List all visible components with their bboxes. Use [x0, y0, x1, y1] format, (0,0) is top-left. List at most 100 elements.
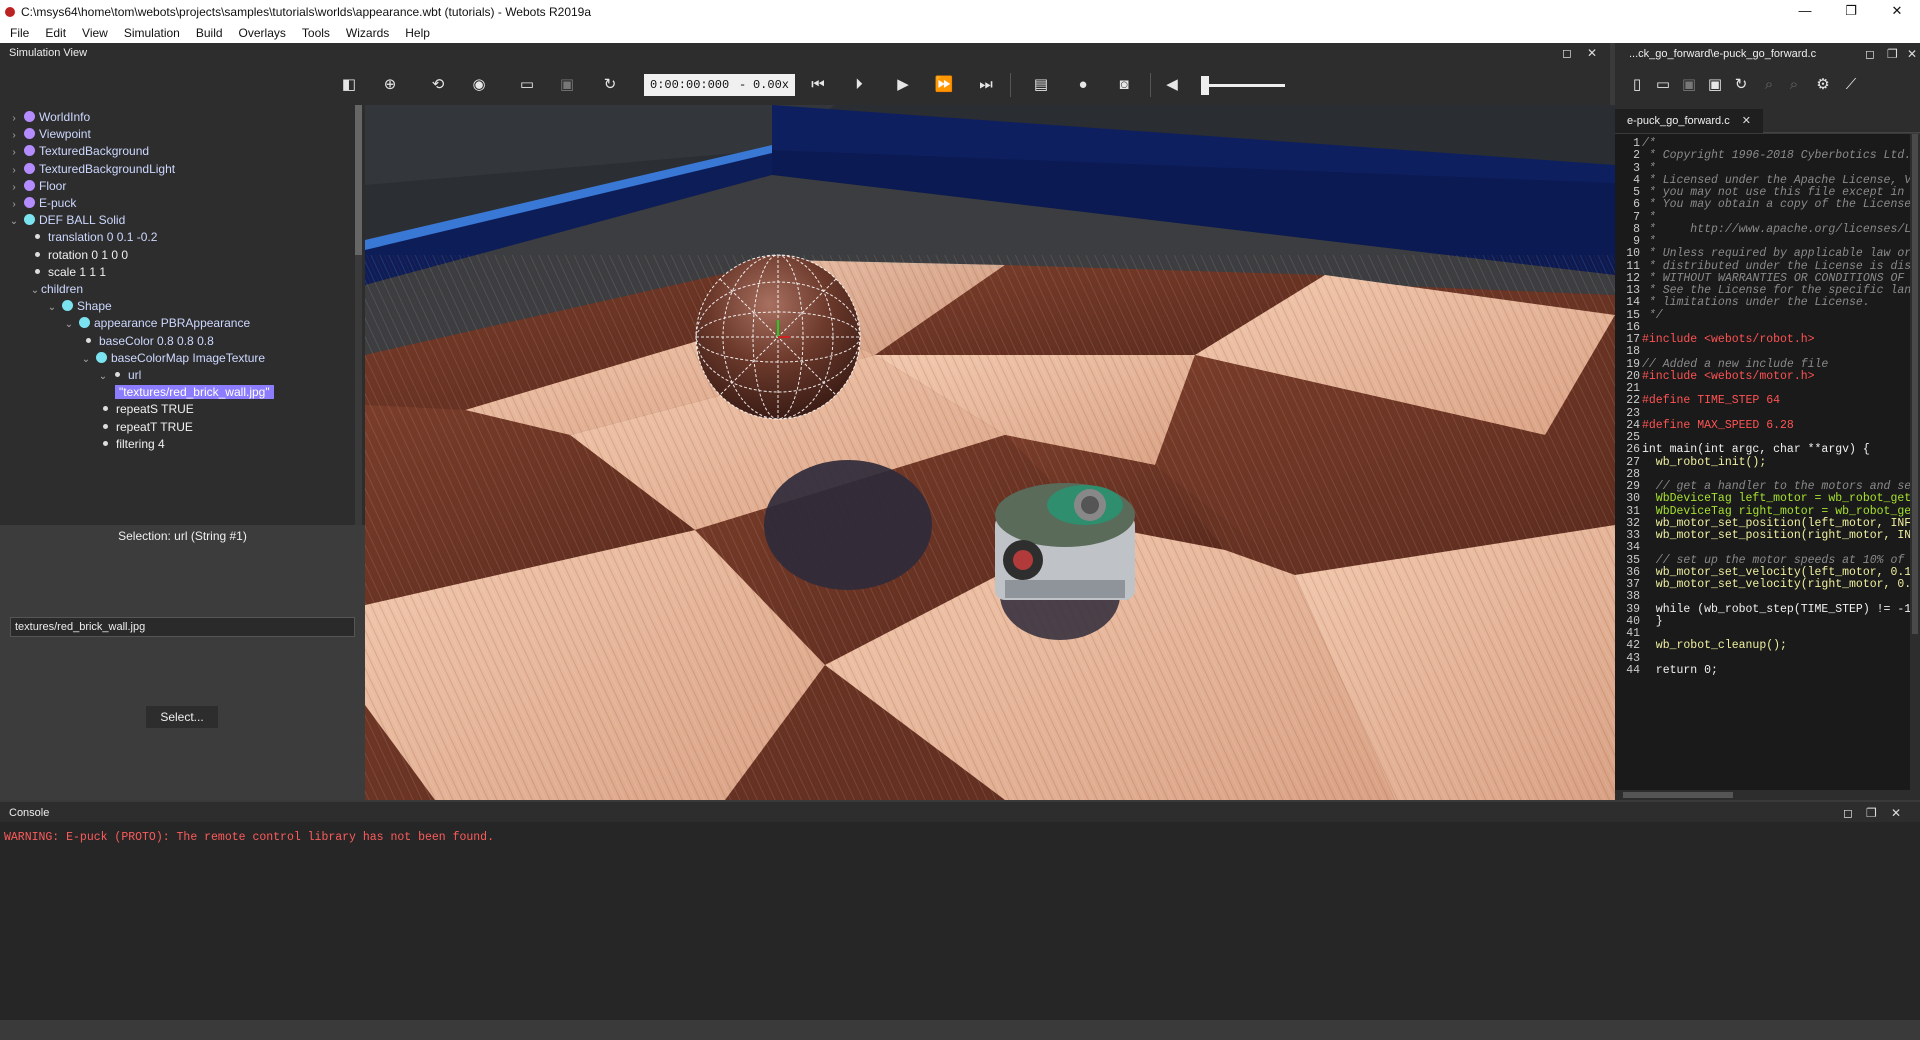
minimize-button[interactable]: — [1782, 0, 1828, 23]
view-eye-icon[interactable]: ◉ [469, 75, 489, 95]
dock-maximize-icon[interactable]: ❐ [1866, 806, 1877, 820]
close-tab-icon[interactable]: ✕ [1742, 115, 1751, 127]
code-line[interactable]: 44 return 0; [1615, 663, 1718, 678]
dock-maximize-icon[interactable]: ❐ [1887, 47, 1898, 61]
tree-item-label: children [41, 282, 84, 296]
ball[interactable] [695, 254, 861, 420]
dock-close-icon[interactable]: ✕ [1907, 47, 1917, 61]
webots-app-icon [5, 6, 15, 17]
code-line[interactable]: 8 * http://www.apache.org/licenses/L [1615, 222, 1910, 237]
tab-e-puck-go-forward[interactable]: e-puck_go_forward.c ✕ [1615, 109, 1763, 133]
tree-item-label: filtering 4 [116, 436, 165, 451]
code-text: wb_motor_set_position(right_motor, IN [1642, 529, 1910, 542]
build-gear-icon[interactable]: ⚙ [1813, 75, 1833, 95]
close-button[interactable]: ✕ [1874, 0, 1920, 23]
console-warning-message: WARNING: E-puck (PROTO): The remote cont… [4, 831, 494, 844]
tree-item-label: Floor [39, 178, 67, 193]
tree-item-label: appearance PBRAppearance [94, 316, 251, 331]
collapse-arrow-icon[interactable]: ⌄ [80, 350, 92, 370]
restore-viewpoint-icon[interactable]: ⟲ [428, 75, 448, 95]
console-output[interactable]: WARNING: E-puck (PROTO): The remote cont… [0, 822, 1920, 1020]
collapse-arrow-icon[interactable]: ⌄ [46, 298, 58, 318]
volume-slider-handle[interactable] [1201, 76, 1209, 95]
code-line[interactable]: 20 #include <webots/motor.h> [1615, 369, 1814, 384]
dock-float-icon[interactable]: ◻ [1865, 47, 1875, 61]
dock-close-icon[interactable]: ✕ [1891, 806, 1901, 820]
menu-build[interactable]: Build [188, 26, 231, 40]
code-editor[interactable]: 1/* 2 * Copyright 1996-2018 Cyberbotics L… [1615, 134, 1910, 790]
play-icon[interactable]: ▶ [893, 75, 913, 95]
step-icon[interactable]: ⏵ [849, 75, 869, 95]
menu-edit[interactable]: Edit [37, 26, 74, 40]
dock-float-icon[interactable]: ◻ [1843, 806, 1853, 820]
fastest-icon[interactable]: ⏭ [976, 75, 996, 95]
scrollbar-thumb[interactable] [355, 105, 362, 255]
record-icon[interactable]: ● [1073, 75, 1093, 95]
save-world-icon[interactable]: ▣ [557, 75, 577, 95]
replace-icon[interactable]: ⌕ [1784, 75, 1804, 95]
tree-item-label: TexturedBackground [39, 144, 150, 159]
new-file-icon[interactable]: ▯ [1627, 75, 1647, 95]
code-line[interactable]: 2 * Copyright 1996-2018 Cyberbotics Ltd. [1615, 148, 1910, 163]
url-value-input[interactable]: textures/red_brick_wall.jpg [10, 617, 355, 637]
code-text: #include <webots/robot.h> [1642, 333, 1815, 346]
code-text: */ [1642, 308, 1663, 322]
code-line[interactable]: 6 * You may obtain a copy of the License [1615, 197, 1910, 212]
save-as-icon[interactable]: ▣ [1705, 75, 1725, 95]
maximize-button[interactable]: ❐ [1828, 0, 1874, 23]
dock-float-icon[interactable]: ◻ [1562, 46, 1572, 60]
open-file-icon[interactable]: ▭ [1653, 75, 1673, 95]
reset-simulation-icon[interactable]: ⏮ [808, 75, 828, 95]
select-file-button[interactable]: Select... [146, 706, 218, 728]
menu-wizards[interactable]: Wizards [338, 26, 397, 40]
clean-broom-icon[interactable]: ⟋ [1841, 75, 1861, 95]
e-puck-robot[interactable] [995, 483, 1135, 600]
movie-icon[interactable]: ▤ [1031, 75, 1051, 95]
revert-icon[interactable]: ↻ [1731, 75, 1751, 95]
volume-slider[interactable] [1205, 84, 1285, 87]
fast-forward-icon[interactable]: ⏩ [934, 75, 954, 95]
collapse-arrow-icon[interactable]: ⌄ [97, 367, 109, 387]
code-text: #define TIME_STEP 64 [1642, 394, 1781, 408]
reload-world-icon[interactable]: ↻ [600, 75, 620, 95]
menu-tools[interactable]: Tools [294, 26, 338, 40]
code-text: * http://www.apache.org/licenses/L [1642, 222, 1910, 236]
toolbar-separator [1150, 73, 1151, 97]
save-file-icon[interactable]: ▣ [1679, 75, 1699, 95]
menu-help[interactable]: Help [397, 26, 438, 40]
open-world-icon[interactable]: ▭ [517, 75, 537, 95]
field-icon [103, 440, 108, 446]
screenshot-icon[interactable]: ◙ [1114, 75, 1134, 95]
menu-view[interactable]: View [74, 26, 116, 40]
3d-scene[interactable] [365, 105, 1615, 800]
code-line[interactable]: 17 #include <webots/robot.h> [1615, 332, 1815, 347]
add-node-icon[interactable]: ⊕ [380, 75, 400, 95]
code-text: wb_robot_cleanup(); [1642, 639, 1787, 653]
collapse-arrow-icon[interactable]: ⌄ [29, 281, 41, 301]
collapse-arrow-icon[interactable]: ⌄ [8, 212, 20, 232]
mute-icon[interactable]: ◀ [1162, 75, 1182, 95]
dock-close-icon[interactable]: ✕ [1587, 46, 1597, 60]
tree-item[interactable]: filtering 4 [97, 434, 165, 454]
code-line[interactable]: 33 wb_motor_set_position(right_motor, IN [1615, 528, 1910, 543]
scrollbar-thumb[interactable] [1623, 792, 1733, 798]
scrollbar-thumb[interactable] [1912, 134, 1918, 634]
3d-view[interactable] [365, 105, 1615, 800]
menu-simulation[interactable]: Simulation [116, 26, 188, 40]
node-icon [24, 128, 35, 140]
collapse-arrow-icon[interactable]: ⌄ [63, 315, 75, 335]
toolbar-separator [1010, 73, 1011, 97]
code-horizontal-scrollbar[interactable] [1615, 790, 1920, 800]
code-vertical-scrollbar[interactable] [1910, 134, 1920, 790]
field-icon [35, 268, 40, 274]
find-icon[interactable]: ⌕ [1759, 75, 1779, 95]
code-line[interactable]: 37 wb_motor_set_velocity(right_motor, 0. [1615, 577, 1910, 592]
field-icon [86, 337, 91, 343]
tree-item-label: Viewpoint [39, 127, 91, 142]
toggle-scene-tree-icon[interactable]: ◧ [339, 75, 359, 95]
code-text: * limitations under the License. [1642, 296, 1870, 310]
scene-tree-scrollbar[interactable] [355, 105, 362, 525]
menu-file[interactable]: File [2, 26, 37, 40]
text-editor-toolbar: ▯ ▭ ▣ ▣ ↻ ⌕ ⌕ ⚙ ⟋ [1615, 65, 1920, 105]
menu-overlays[interactable]: Overlays [231, 26, 294, 40]
